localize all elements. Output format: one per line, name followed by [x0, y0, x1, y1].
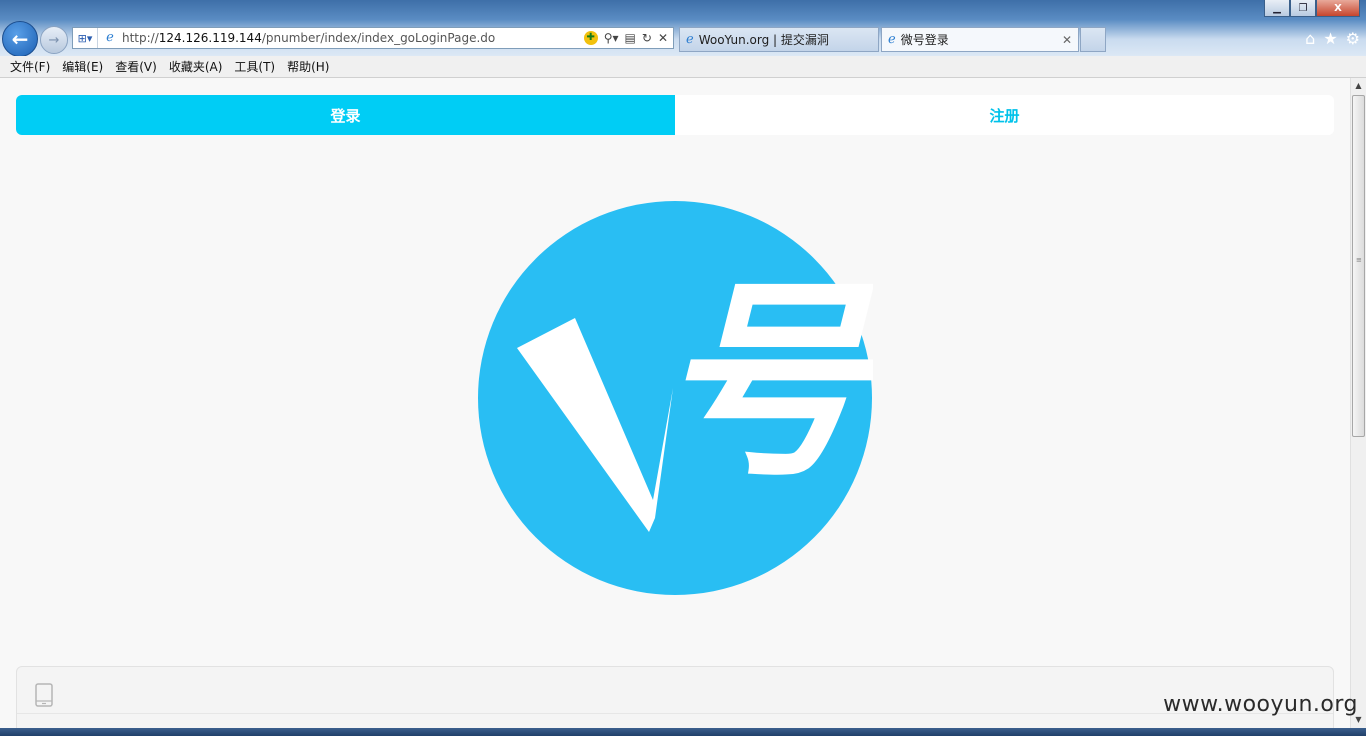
logo-character: 号 [657, 258, 873, 505]
menu-view[interactable]: 查看(V) [109, 58, 163, 75]
menu-help[interactable]: 帮助(H) [281, 58, 335, 75]
menu-tools[interactable]: 工具(T) [228, 58, 281, 75]
address-url[interactable]: http://124.126.119.144/pnumber/index/ind… [122, 31, 584, 45]
addon-icon[interactable]: ✚ [583, 31, 598, 45]
new-tab-button[interactable] [1080, 27, 1106, 52]
watermark: www.wooyun.org [1163, 692, 1358, 717]
ie-page-icon: ℯ [106, 30, 114, 45]
field-divider [17, 713, 1333, 714]
arrow-left-icon: ← [11, 27, 29, 51]
menu-edit[interactable]: 编辑(E) [56, 58, 109, 75]
address-bar[interactable]: ⊞▾ ℯ http://124.126.119.144/pnumber/inde… [72, 27, 674, 49]
favorites-star-icon[interactable]: ★ [1323, 29, 1337, 48]
minimize-button[interactable]: ▁ [1264, 0, 1290, 17]
back-button[interactable]: ← [2, 21, 38, 57]
tab-title: WooYun.org | 提交漏洞 [698, 33, 829, 47]
refresh-icon[interactable]: ↻ [642, 31, 652, 45]
menu-bar: 文件(F) 编辑(E) 查看(V) 收藏夹(A) 工具(T) 帮助(H) [0, 56, 1366, 78]
close-window-button[interactable]: X [1316, 0, 1360, 17]
grip-icon: ≡ [1356, 256, 1362, 264]
taskbar [0, 728, 1366, 736]
scroll-up-icon[interactable]: ▲ [1351, 78, 1366, 94]
login-register-tabs: 登录 注册 [16, 95, 1334, 135]
menu-file[interactable]: 文件(F) [4, 58, 56, 75]
window-controls: ▁ ❐ X [1264, 0, 1360, 17]
tab-title: 微号登录 [900, 33, 949, 47]
forward-button[interactable]: → [40, 26, 68, 54]
weihao-logo: 号 [478, 201, 873, 595]
page-content: 登录 注册 号 [0, 78, 1350, 736]
tab-wooyun[interactable]: ℯ WooYun.org | 提交漏洞 [679, 27, 879, 52]
restore-button[interactable]: ❐ [1290, 0, 1316, 17]
compat-view-icon[interactable]: ⊞▾ [73, 28, 98, 48]
search-icon[interactable]: ⚲▾ [604, 31, 619, 45]
home-icon[interactable]: ⌂ [1305, 29, 1315, 48]
browser-chrome: ▁ ❐ X ← → ⊞▾ ℯ http://124.126.119.144/pn… [0, 0, 1366, 57]
arrow-right-icon: → [48, 32, 60, 48]
ie-page-icon: ℯ [686, 32, 694, 47]
menu-favorites[interactable]: 收藏夹(A) [163, 58, 229, 75]
gear-icon[interactable]: ⚙ [1346, 29, 1360, 48]
tab-login[interactable]: 登录 [16, 95, 675, 135]
vertical-scrollbar[interactable]: ▲ ≡ ▼ [1350, 78, 1366, 728]
tab-weihao-login[interactable]: ℯ 微号登录 ✕ [881, 27, 1079, 52]
close-tab-icon[interactable]: ✕ [1062, 33, 1072, 47]
stop-icon[interactable]: ✕ [658, 31, 668, 45]
compat-icon[interactable]: ▤ [625, 31, 636, 45]
ie-page-icon: ℯ [888, 32, 896, 47]
tab-register[interactable]: 注册 [675, 95, 1334, 135]
phone-icon [35, 683, 53, 707]
scroll-thumb[interactable]: ≡ [1352, 95, 1365, 437]
phone-input-field[interactable] [16, 666, 1334, 736]
